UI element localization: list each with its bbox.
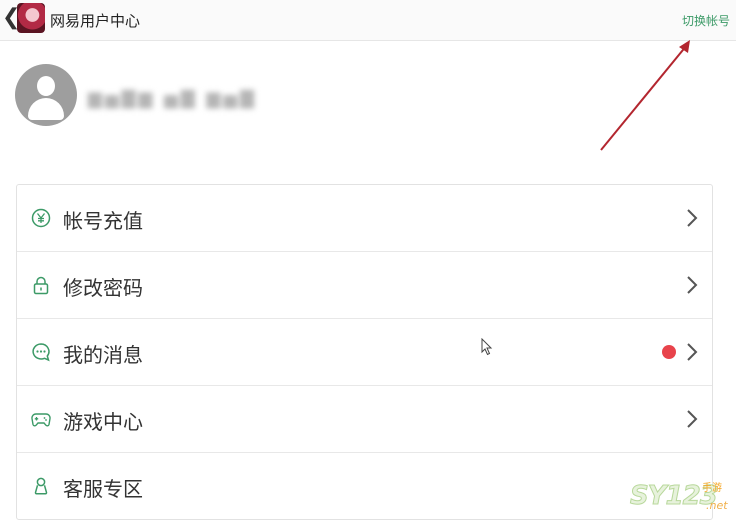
chevron-right-icon	[687, 410, 698, 428]
mouse-cursor-icon	[481, 338, 493, 356]
menu-item-change-password[interactable]: 修改密码	[17, 252, 712, 319]
menu-item-customer-service[interactable]: 客服专区	[17, 453, 712, 519]
user-avatar-icon[interactable]	[15, 64, 77, 126]
menu-item-label: 我的消息	[63, 343, 143, 367]
watermark-net: .net	[706, 499, 728, 512]
menu-item-recharge[interactable]: 帐号充值	[17, 185, 712, 252]
menu-item-label: 帐号充值	[63, 209, 143, 233]
profile-section: ▆▅▇▆ ▅▇ ▆▅▇	[0, 44, 736, 162]
menu-item-label: 游戏中心	[63, 410, 143, 434]
menu-item-label: 客服专区	[63, 477, 143, 501]
chevron-right-icon	[687, 276, 698, 294]
chevron-right-icon	[687, 209, 698, 227]
watermark-sub: 手游	[702, 483, 722, 494]
gamepad-icon	[31, 413, 51, 427]
menu-item-messages[interactable]: 我的消息	[17, 319, 712, 386]
unread-badge	[662, 345, 676, 359]
chevron-right-icon	[687, 343, 698, 361]
account-menu: 帐号充值 修改密码 我的消息 游戏中心 客服专区	[16, 184, 713, 520]
chat-bubble-icon	[32, 343, 50, 362]
menu-item-label: 修改密码	[63, 276, 143, 300]
support-icon	[34, 477, 48, 495]
username-redacted: ▆▅▇▆ ▅▇ ▆▅▇	[88, 88, 258, 109]
yen-coin-icon	[31, 208, 51, 228]
lock-icon	[33, 276, 49, 295]
menu-item-game-center[interactable]: 游戏中心	[17, 386, 712, 453]
site-watermark: SY123 手游 .net	[630, 479, 734, 519]
